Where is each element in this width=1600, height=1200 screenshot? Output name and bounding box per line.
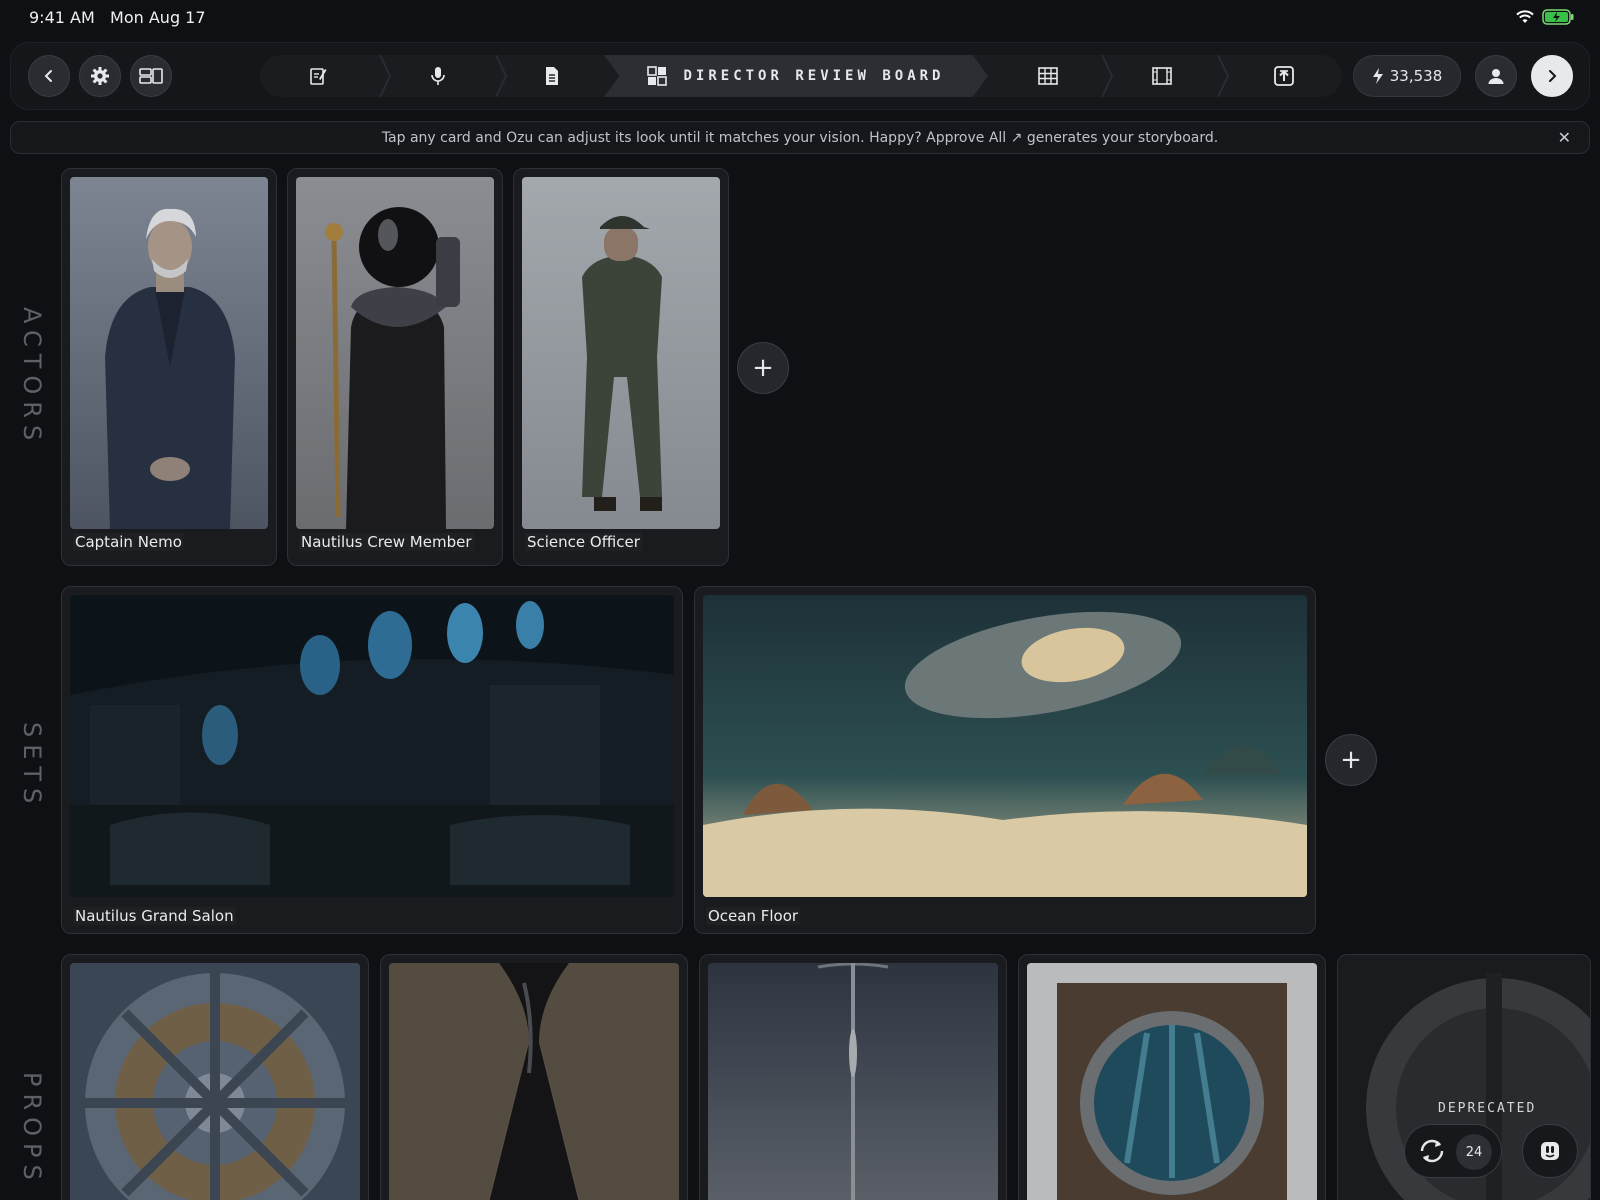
prop-image bbox=[1027, 963, 1317, 1200]
actor-card-label: Captain Nemo bbox=[73, 533, 184, 551]
back-button[interactable] bbox=[28, 55, 70, 97]
status-date: Mon Aug 17 bbox=[110, 8, 206, 27]
document-icon bbox=[546, 67, 558, 85]
step-divider bbox=[1101, 55, 1114, 97]
profile-icon bbox=[1488, 69, 1504, 84]
add-actor-button[interactable]: + bbox=[737, 342, 789, 394]
robot-face-icon bbox=[1541, 1142, 1559, 1160]
tip-banner: Tap any card and Ozu can adjust its look… bbox=[10, 121, 1590, 154]
set-image bbox=[703, 595, 1307, 897]
actor-portrait-image bbox=[296, 177, 494, 529]
wifi-icon bbox=[1516, 10, 1534, 23]
step-active-label: DIRECTOR REVIEW BOARD bbox=[683, 68, 945, 84]
step-director-review-board[interactable]: DIRECTOR REVIEW BOARD bbox=[604, 55, 988, 97]
settings-button[interactable] bbox=[79, 55, 121, 97]
step-export[interactable] bbox=[1256, 55, 1312, 97]
step-filmstrip[interactable] bbox=[1134, 55, 1190, 97]
section-label-sets: SETS bbox=[18, 722, 46, 811]
add-set-button[interactable]: + bbox=[1325, 734, 1377, 786]
layout-toggle-button[interactable] bbox=[130, 55, 172, 97]
set-card-label: Ocean Floor bbox=[706, 907, 801, 925]
credits-balance[interactable]: 33,538 bbox=[1353, 55, 1461, 97]
actor-card[interactable]: Nautilus Crew Member bbox=[287, 168, 503, 566]
deprecated-badge: DEPRECATED bbox=[1438, 1101, 1537, 1116]
step-divider bbox=[379, 55, 392, 97]
step-script[interactable] bbox=[290, 55, 346, 97]
status-time: 9:41 AM bbox=[29, 8, 95, 27]
filmstrip-icon bbox=[1152, 67, 1172, 85]
battery-charging-icon bbox=[1542, 9, 1574, 25]
step-divider bbox=[1217, 55, 1230, 97]
step-table[interactable] bbox=[1020, 55, 1076, 97]
table-icon bbox=[1038, 67, 1058, 85]
prop-card[interactable] bbox=[380, 954, 688, 1200]
actor-portrait-image bbox=[522, 177, 720, 529]
set-card[interactable]: Nautilus Grand Salon bbox=[61, 586, 683, 934]
microphone-icon bbox=[431, 67, 445, 85]
prop-card[interactable] bbox=[1018, 954, 1326, 1200]
section-label-actors: ACTORS bbox=[18, 307, 46, 448]
actor-card[interactable]: Captain Nemo bbox=[61, 168, 277, 566]
status-time-date: 9:41 AM Mon Aug 17 bbox=[29, 8, 206, 27]
actor-card-label: Science Officer bbox=[525, 533, 642, 551]
script-edit-icon bbox=[310, 68, 327, 85]
actor-card-label: Nautilus Crew Member bbox=[299, 533, 474, 551]
step-document[interactable] bbox=[524, 55, 580, 97]
set-card-label: Nautilus Grand Salon bbox=[73, 907, 236, 925]
tip-banner-text: Tap any card and Ozu can adjust its look… bbox=[381, 129, 1219, 146]
assistant-button[interactable] bbox=[1522, 1124, 1578, 1178]
next-button[interactable] bbox=[1531, 55, 1573, 97]
prop-card[interactable] bbox=[699, 954, 1007, 1200]
set-image bbox=[70, 595, 674, 897]
prop-image bbox=[389, 963, 679, 1200]
back-icon bbox=[44, 70, 52, 82]
bolt-icon bbox=[1372, 68, 1383, 84]
refresh-icon[interactable] bbox=[1418, 1137, 1446, 1165]
actor-card[interactable]: Science Officer bbox=[513, 168, 729, 566]
review-board-icon bbox=[647, 66, 668, 86]
layout-toggle-icon bbox=[139, 68, 163, 84]
prop-card[interactable] bbox=[61, 954, 369, 1200]
close-icon[interactable]: ✕ bbox=[1558, 128, 1571, 147]
section-label-props: PROPS bbox=[18, 1072, 46, 1187]
actor-portrait-image bbox=[70, 177, 268, 529]
set-card[interactable]: Ocean Floor bbox=[694, 586, 1316, 934]
step-divider bbox=[495, 55, 508, 97]
export-icon bbox=[1274, 66, 1294, 86]
settings-icon bbox=[91, 67, 109, 85]
status-icons bbox=[1516, 9, 1574, 25]
forward-icon bbox=[1549, 70, 1557, 82]
credits-value: 33,538 bbox=[1389, 67, 1443, 85]
regenerate-count: 24 bbox=[1456, 1134, 1492, 1170]
profile-button[interactable] bbox=[1475, 55, 1517, 97]
prop-image bbox=[70, 963, 360, 1200]
step-voice[interactable] bbox=[410, 55, 466, 97]
prop-image bbox=[708, 963, 998, 1200]
